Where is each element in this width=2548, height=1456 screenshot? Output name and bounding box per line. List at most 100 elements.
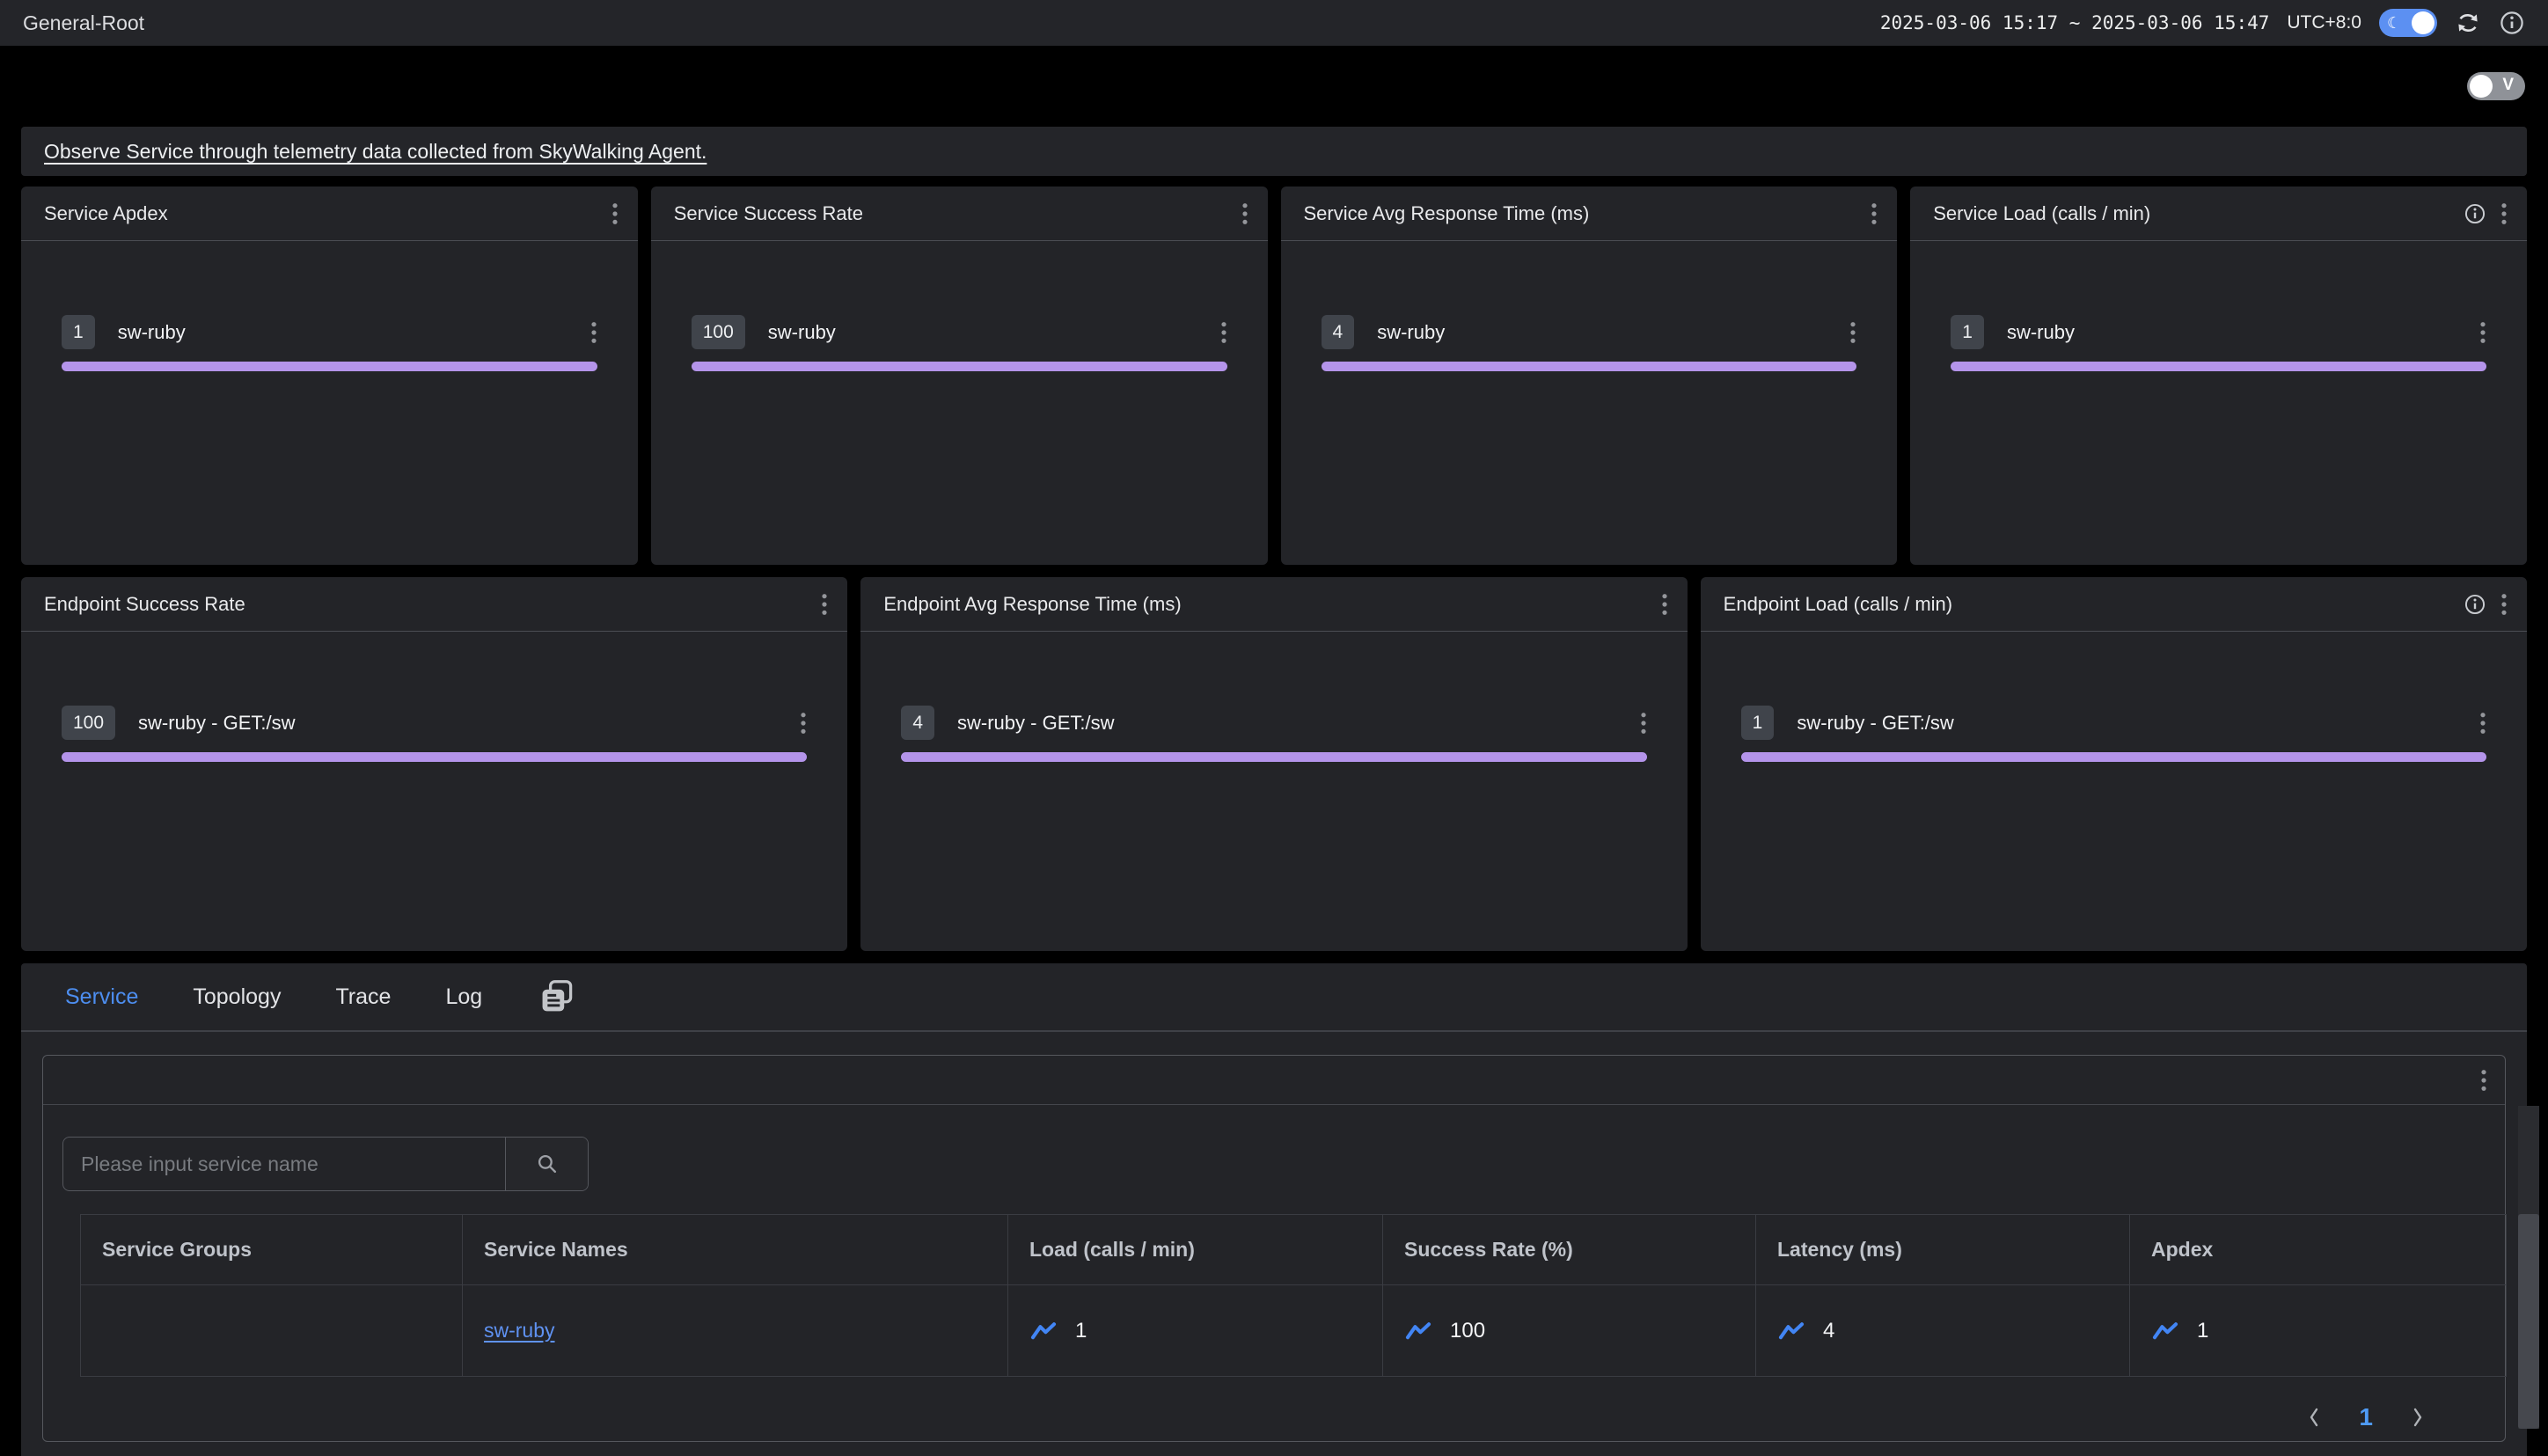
metric-menu-icon[interactable]	[800, 712, 807, 735]
col-latency: Latency (ms)	[1756, 1215, 2130, 1285]
metric-bar	[1741, 752, 2486, 762]
search-button[interactable]	[505, 1138, 588, 1190]
theme-toggle[interactable]: ☾	[2379, 9, 2437, 37]
metric-value-badge: 100	[62, 706, 115, 740]
col-apdex: Apdex	[2130, 1215, 2507, 1285]
view-edit-toggle-knob	[2470, 75, 2493, 98]
metric-menu-icon[interactable]	[2479, 321, 2486, 344]
timezone-label: UTC+8:0	[2287, 12, 2361, 33]
metric-menu-icon[interactable]	[1640, 712, 1647, 735]
card-service-success-rate: Service Success Rate 100 sw-ruby	[651, 187, 1268, 565]
dashboard-toolbar: V	[0, 46, 2548, 127]
endpoint-cards-row: Endpoint Success Rate 100 sw-ruby - GET:…	[21, 577, 2527, 951]
current-page[interactable]: 1	[2359, 1403, 2373, 1431]
card-title: Service Load (calls / min)	[1933, 202, 2150, 225]
metric-menu-icon[interactable]	[2479, 712, 2486, 735]
card-menu-icon[interactable]	[611, 202, 619, 225]
service-list-widget: Service Groups Service Names Load (calls…	[42, 1055, 2506, 1442]
vertical-scrollbar[interactable]	[2518, 1106, 2539, 1429]
banner-link[interactable]: Observe Service through telemetry data c…	[44, 140, 707, 164]
service-search	[62, 1137, 589, 1191]
next-page-icon[interactable]	[2410, 1405, 2426, 1430]
card-service-load: Service Load (calls / min) 1 sw-ruby	[1910, 187, 2527, 565]
cell-service-group	[81, 1285, 463, 1377]
tab-trace[interactable]: Trace	[335, 984, 391, 1010]
metric-name[interactable]: sw-ruby	[2007, 321, 2075, 344]
col-success-rate: Success Rate (%)	[1383, 1215, 1756, 1285]
tab-service[interactable]: Service	[65, 984, 138, 1010]
service-table: Service Groups Service Names Load (calls…	[80, 1214, 2507, 1377]
copy-docs-icon[interactable]	[537, 977, 577, 1017]
view-edit-toggle[interactable]: V	[2467, 72, 2525, 100]
prev-page-icon[interactable]	[2306, 1405, 2322, 1430]
sparkline-icon[interactable]	[2151, 1321, 2179, 1342]
cell-load-value: 1	[1075, 1319, 1087, 1343]
description-banner: Observe Service through telemetry data c…	[21, 127, 2527, 176]
card-menu-icon[interactable]	[2500, 202, 2508, 225]
refresh-icon[interactable]	[2455, 10, 2481, 36]
search-input[interactable]	[63, 1138, 505, 1190]
card-menu-icon[interactable]	[1241, 202, 1248, 225]
card-info-icon[interactable]	[2464, 593, 2486, 616]
metric-value-badge: 1	[1951, 315, 1984, 349]
theme-toggle-knob	[2412, 11, 2435, 34]
card-service-apdex: Service Apdex 1 sw-ruby	[21, 187, 638, 565]
card-title: Service Avg Response Time (ms)	[1304, 202, 1590, 225]
metric-menu-icon[interactable]	[1220, 321, 1227, 344]
col-service-names: Service Names	[463, 1215, 1008, 1285]
metric-bar	[62, 362, 597, 371]
cell-apdex-value: 1	[2197, 1319, 2208, 1343]
search-icon	[535, 1152, 560, 1176]
card-endpoint-avg-response-time: Endpoint Avg Response Time (ms) 4 sw-rub…	[860, 577, 1687, 951]
table-row: sw-ruby 1 100	[81, 1285, 2507, 1377]
info-icon[interactable]	[2499, 10, 2525, 36]
page-title: General-Root	[23, 11, 144, 35]
sparkline-icon[interactable]	[1777, 1321, 1805, 1342]
tab-bar: Service Topology Trace Log	[21, 963, 2527, 1032]
service-cards-row: Service Apdex 1 sw-ruby Service Success …	[21, 187, 2527, 565]
metric-name[interactable]: sw-ruby	[768, 321, 836, 344]
metric-bar	[62, 752, 807, 762]
cell-success-rate-value: 100	[1450, 1319, 1485, 1343]
metric-name[interactable]: sw-ruby	[118, 321, 186, 344]
metric-bar	[901, 752, 1646, 762]
metric-value-badge: 100	[692, 315, 745, 349]
metric-bar	[692, 362, 1227, 371]
moon-icon: ☾	[2387, 11, 2401, 34]
card-title: Service Apdex	[44, 202, 168, 225]
topbar-controls: 2025-03-06 15:17 ~ 2025-03-06 15:47 UTC+…	[1880, 9, 2525, 37]
metric-value-badge: 4	[1322, 315, 1355, 349]
metric-name[interactable]: sw-ruby - GET:/sw	[1797, 712, 1953, 735]
card-info-icon[interactable]	[2464, 202, 2486, 225]
scrollbar-thumb[interactable]	[2518, 1214, 2539, 1429]
card-title: Service Success Rate	[674, 202, 863, 225]
sparkline-icon[interactable]	[1029, 1321, 1058, 1342]
pagination: 1	[62, 1403, 2487, 1431]
card-menu-icon[interactable]	[821, 593, 828, 616]
card-title: Endpoint Load (calls / min)	[1724, 593, 1952, 616]
metric-name[interactable]: sw-ruby - GET:/sw	[957, 712, 1114, 735]
metric-name[interactable]: sw-ruby	[1377, 321, 1445, 344]
topbar: General-Root 2025-03-06 15:17 ~ 2025-03-…	[0, 0, 2548, 46]
sparkline-icon[interactable]	[1404, 1321, 1432, 1342]
service-name-link[interactable]: sw-ruby	[484, 1319, 555, 1342]
card-menu-icon[interactable]	[1871, 202, 1878, 225]
card-title: Endpoint Success Rate	[44, 593, 245, 616]
cell-latency-value: 4	[1823, 1319, 1834, 1343]
view-mode-label: V	[2502, 76, 2514, 95]
metric-value-badge: 4	[901, 706, 934, 740]
tab-log[interactable]: Log	[445, 984, 482, 1010]
tab-topology[interactable]: Topology	[193, 984, 281, 1010]
metric-name[interactable]: sw-ruby - GET:/sw	[138, 712, 295, 735]
metric-menu-icon[interactable]	[590, 321, 597, 344]
metric-menu-icon[interactable]	[1849, 321, 1856, 344]
card-service-avg-response-time: Service Avg Response Time (ms) 4 sw-ruby	[1281, 187, 1898, 565]
metric-bar	[1951, 362, 2486, 371]
card-endpoint-success-rate: Endpoint Success Rate 100 sw-ruby - GET:…	[21, 577, 847, 951]
bottom-tab-panel: Service Topology Trace Log	[21, 963, 2527, 1456]
time-range-picker[interactable]: 2025-03-06 15:17 ~ 2025-03-06 15:47	[1880, 12, 2270, 33]
card-menu-icon[interactable]	[1661, 593, 1668, 616]
metric-value-badge: 1	[1741, 706, 1775, 740]
card-menu-icon[interactable]	[2500, 593, 2508, 616]
widget-menu-icon[interactable]	[2480, 1069, 2487, 1092]
